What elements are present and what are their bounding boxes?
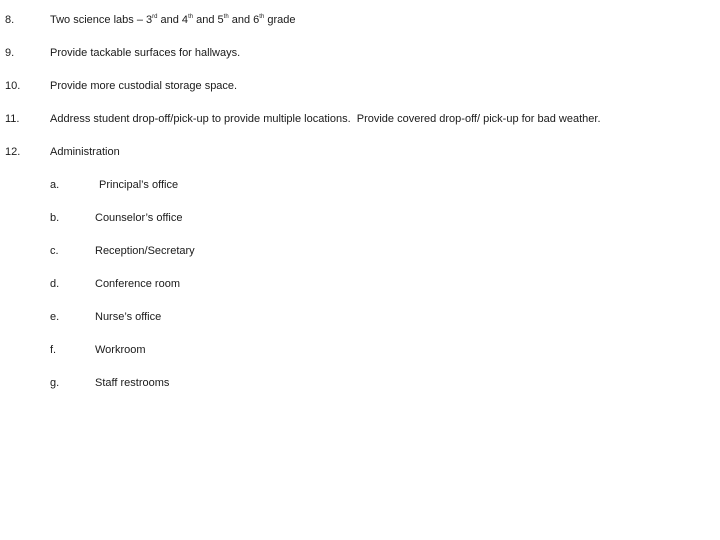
text-run: and 4 [157, 14, 189, 26]
sub-item-letter: a. [50, 179, 60, 191]
sub-item-text: Reception/Secretary [95, 245, 195, 257]
item-text: Provide more custodial storage space. [50, 80, 238, 92]
item-text: Provide tackable surfaces for hallways. [50, 47, 241, 59]
sub-item-text: Principal’s office [99, 179, 179, 191]
item-number: 10. [5, 80, 21, 92]
sub-item-text: Counselor’s office [95, 212, 183, 224]
sub-item-letter: g. [50, 377, 60, 389]
sub-item-text: Workroom [95, 344, 146, 356]
sub-item-text: Conference room [95, 278, 180, 290]
text-run: and 5 [193, 14, 224, 26]
text-run: and 6 [228, 14, 260, 26]
sub-item-text: Staff restrooms [95, 377, 170, 389]
item-text: Address student drop-off/pick-up to prov… [50, 113, 601, 125]
text-run: Two science labs – 3 [50, 14, 153, 26]
item-number: 8. [5, 14, 15, 26]
item-number: 12. [5, 146, 21, 158]
sub-item-letter: e. [50, 311, 60, 323]
item-text: Two science labs – 3rd and 4th and 5th a… [50, 12, 296, 28]
sub-item-letter: d. [50, 278, 60, 290]
item-text: Administration [50, 146, 120, 158]
item-number: 11. [5, 113, 20, 125]
sub-item-text: Nurse’s office [95, 311, 162, 323]
sub-item-letter: b. [50, 212, 60, 224]
text-run: grade [264, 14, 296, 26]
sub-item-letter: f. [50, 344, 57, 356]
item-number: 9. [5, 47, 15, 59]
sub-item-letter: c. [50, 245, 59, 257]
